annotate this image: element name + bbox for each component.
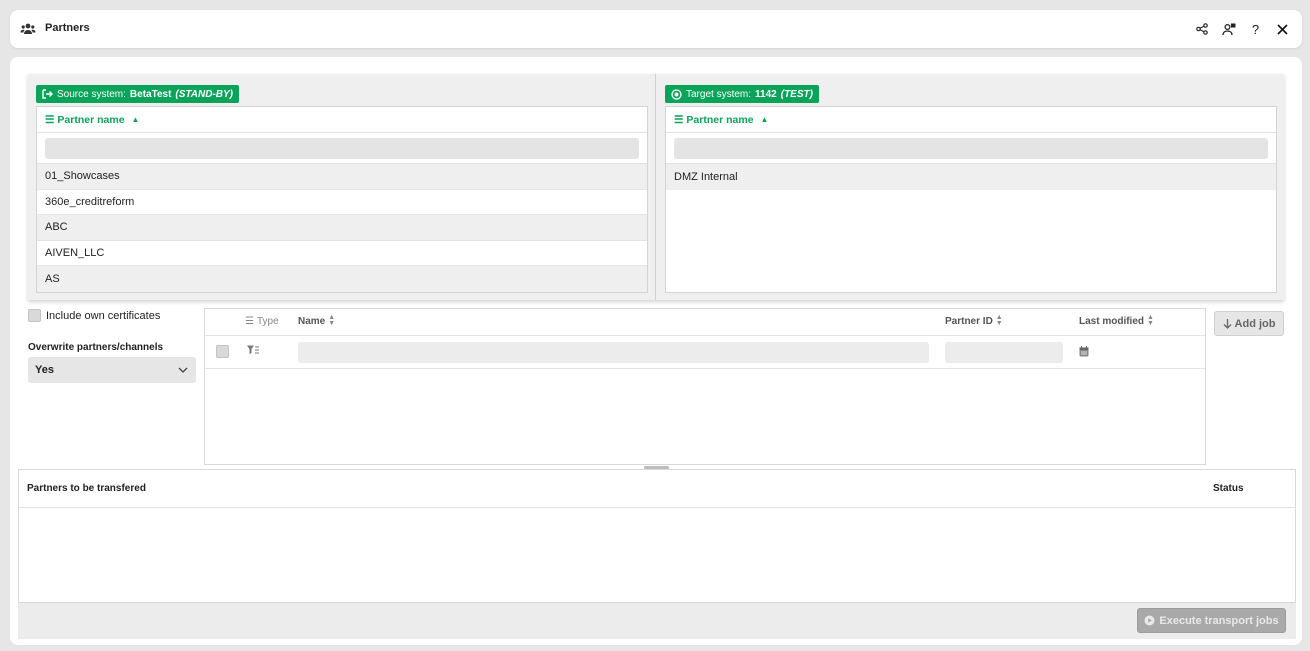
chevron-down-icon bbox=[178, 367, 188, 373]
arrow-down-icon bbox=[1223, 318, 1231, 329]
sort-icon: ▲ ▼ bbox=[995, 314, 1003, 327]
source-partner-grid: ☰ Partner name ▲ 01_Showcases 360e_credi… bbox=[36, 106, 648, 293]
page-title: Partners bbox=[45, 22, 90, 34]
overwrite-label: Overwrite partners/channels bbox=[28, 342, 164, 353]
target-partner-grid: ☰ Partner name ▲ DMZ Internal bbox=[665, 106, 1277, 293]
source-label: Source system: bbox=[57, 88, 126, 100]
calendar-icon[interactable] bbox=[1079, 346, 1089, 357]
execute-transport-jobs-button[interactable]: Execute transport jobs bbox=[1137, 608, 1286, 633]
column-partner-id-label: Partner ID bbox=[945, 315, 993, 327]
name-filter-input[interactable] bbox=[298, 342, 929, 363]
source-column-header[interactable]: ☰ Partner name ▲ bbox=[37, 107, 647, 133]
help-icon[interactable]: ? bbox=[1244, 18, 1267, 40]
systems-panel: Source system: BetaTest (STAND-BY) ☰ Par… bbox=[28, 74, 1284, 300]
column-last-modified[interactable]: Last modified ▲ ▼ bbox=[1079, 314, 1154, 327]
sort-asc-icon: ▲ bbox=[760, 115, 769, 124]
select-all-checkbox[interactable] bbox=[216, 345, 229, 358]
target-column-header[interactable]: ☰ Partner name ▲ bbox=[666, 107, 1276, 133]
execute-label: Execute transport jobs bbox=[1159, 614, 1279, 627]
add-job-label: Add job bbox=[1234, 317, 1276, 330]
header-actions: ? bbox=[1190, 18, 1294, 40]
column-last-modified-label: Last modified bbox=[1079, 315, 1145, 327]
play-icon bbox=[1144, 615, 1155, 626]
include-own-certificates-label: Include own certificates bbox=[46, 309, 161, 322]
transfer-options: Include own certificates Overwrite partn… bbox=[28, 309, 196, 383]
target-state: (TEST) bbox=[780, 88, 813, 100]
sort-icon: ▲ ▼ bbox=[328, 314, 336, 327]
target-name: 1142 bbox=[755, 88, 777, 100]
sign-in-icon bbox=[42, 89, 53, 99]
source-name: BetaTest bbox=[129, 88, 172, 100]
column-name[interactable]: Name ▲ ▼ bbox=[298, 314, 336, 327]
list-item[interactable]: 360e_creditreform bbox=[37, 190, 647, 216]
add-job-button[interactable]: Add job bbox=[1214, 311, 1284, 336]
list-item[interactable]: AIVEN_LLC bbox=[37, 241, 647, 267]
source-filter-row bbox=[37, 133, 647, 164]
transfer-status-header: Status bbox=[1213, 483, 1244, 494]
list-item[interactable]: AS bbox=[37, 266, 647, 292]
column-menu-icon: ☰ bbox=[245, 316, 254, 327]
target-filter-row bbox=[666, 133, 1276, 164]
include-own-certificates[interactable]: Include own certificates bbox=[28, 309, 160, 322]
partners-icon bbox=[20, 21, 36, 37]
sort-icon: ▲ ▼ bbox=[1147, 314, 1154, 327]
user-settings-icon[interactable] bbox=[1217, 18, 1240, 40]
partner-id-filter-input[interactable] bbox=[945, 342, 1063, 363]
source-filter-input[interactable] bbox=[45, 137, 639, 159]
target-filter-input[interactable] bbox=[674, 137, 1268, 159]
transfer-table: Partners to be transfered Status bbox=[18, 469, 1296, 603]
include-own-certificates-checkbox[interactable] bbox=[28, 309, 41, 322]
overwrite-value: Yes bbox=[35, 364, 54, 376]
source-state: (STAND-BY) bbox=[175, 88, 234, 100]
column-menu-icon: ☰ bbox=[674, 113, 684, 126]
overwrite-select[interactable]: Yes bbox=[28, 357, 196, 383]
column-menu-icon: ☰ bbox=[45, 113, 55, 126]
target-icon bbox=[671, 88, 682, 100]
jobs-grid: ☰ Type Name ▲ ▼ Partner ID ▲ ▼ Last modifi… bbox=[204, 308, 1206, 465]
main-panel: Source system: BetaTest (STAND-BY) ☰ Par… bbox=[10, 57, 1302, 645]
source-column-label: Partner name bbox=[57, 113, 125, 126]
jobs-header: ☰ Type Name ▲ ▼ Partner ID ▲ ▼ Last modifi… bbox=[205, 309, 1205, 336]
list-item[interactable]: 01_Showcases bbox=[37, 164, 647, 190]
list-item[interactable]: ABC bbox=[37, 215, 647, 241]
target-label: Target system: bbox=[686, 88, 752, 100]
filter-icon[interactable] bbox=[247, 345, 259, 355]
transfer-header: Partners to be transfered Status bbox=[19, 470, 1295, 508]
sort-asc-icon: ▲ bbox=[131, 115, 140, 124]
close-icon[interactable] bbox=[1271, 18, 1294, 40]
share-icon[interactable] bbox=[1190, 18, 1213, 40]
transfer-title: Partners to be transfered bbox=[27, 483, 146, 494]
jobs-filter-row bbox=[205, 336, 1205, 369]
footer-bar: Execute transport jobs bbox=[18, 603, 1296, 639]
target-system-badge: Target system: 1142 (TEST) bbox=[665, 85, 819, 103]
column-partner-id[interactable]: Partner ID ▲ ▼ bbox=[945, 314, 1003, 327]
systems-divider bbox=[655, 74, 656, 300]
target-column-label: Partner name bbox=[686, 113, 754, 126]
column-name-label: Name bbox=[298, 315, 326, 327]
source-system-badge: Source system: BetaTest (STAND-BY) bbox=[36, 85, 240, 103]
column-type[interactable]: ☰ Type bbox=[245, 316, 279, 327]
column-type-label: Type bbox=[256, 316, 279, 327]
list-item[interactable]: DMZ Internal bbox=[666, 164, 1276, 190]
window-header: Partners ? bbox=[10, 10, 1302, 48]
